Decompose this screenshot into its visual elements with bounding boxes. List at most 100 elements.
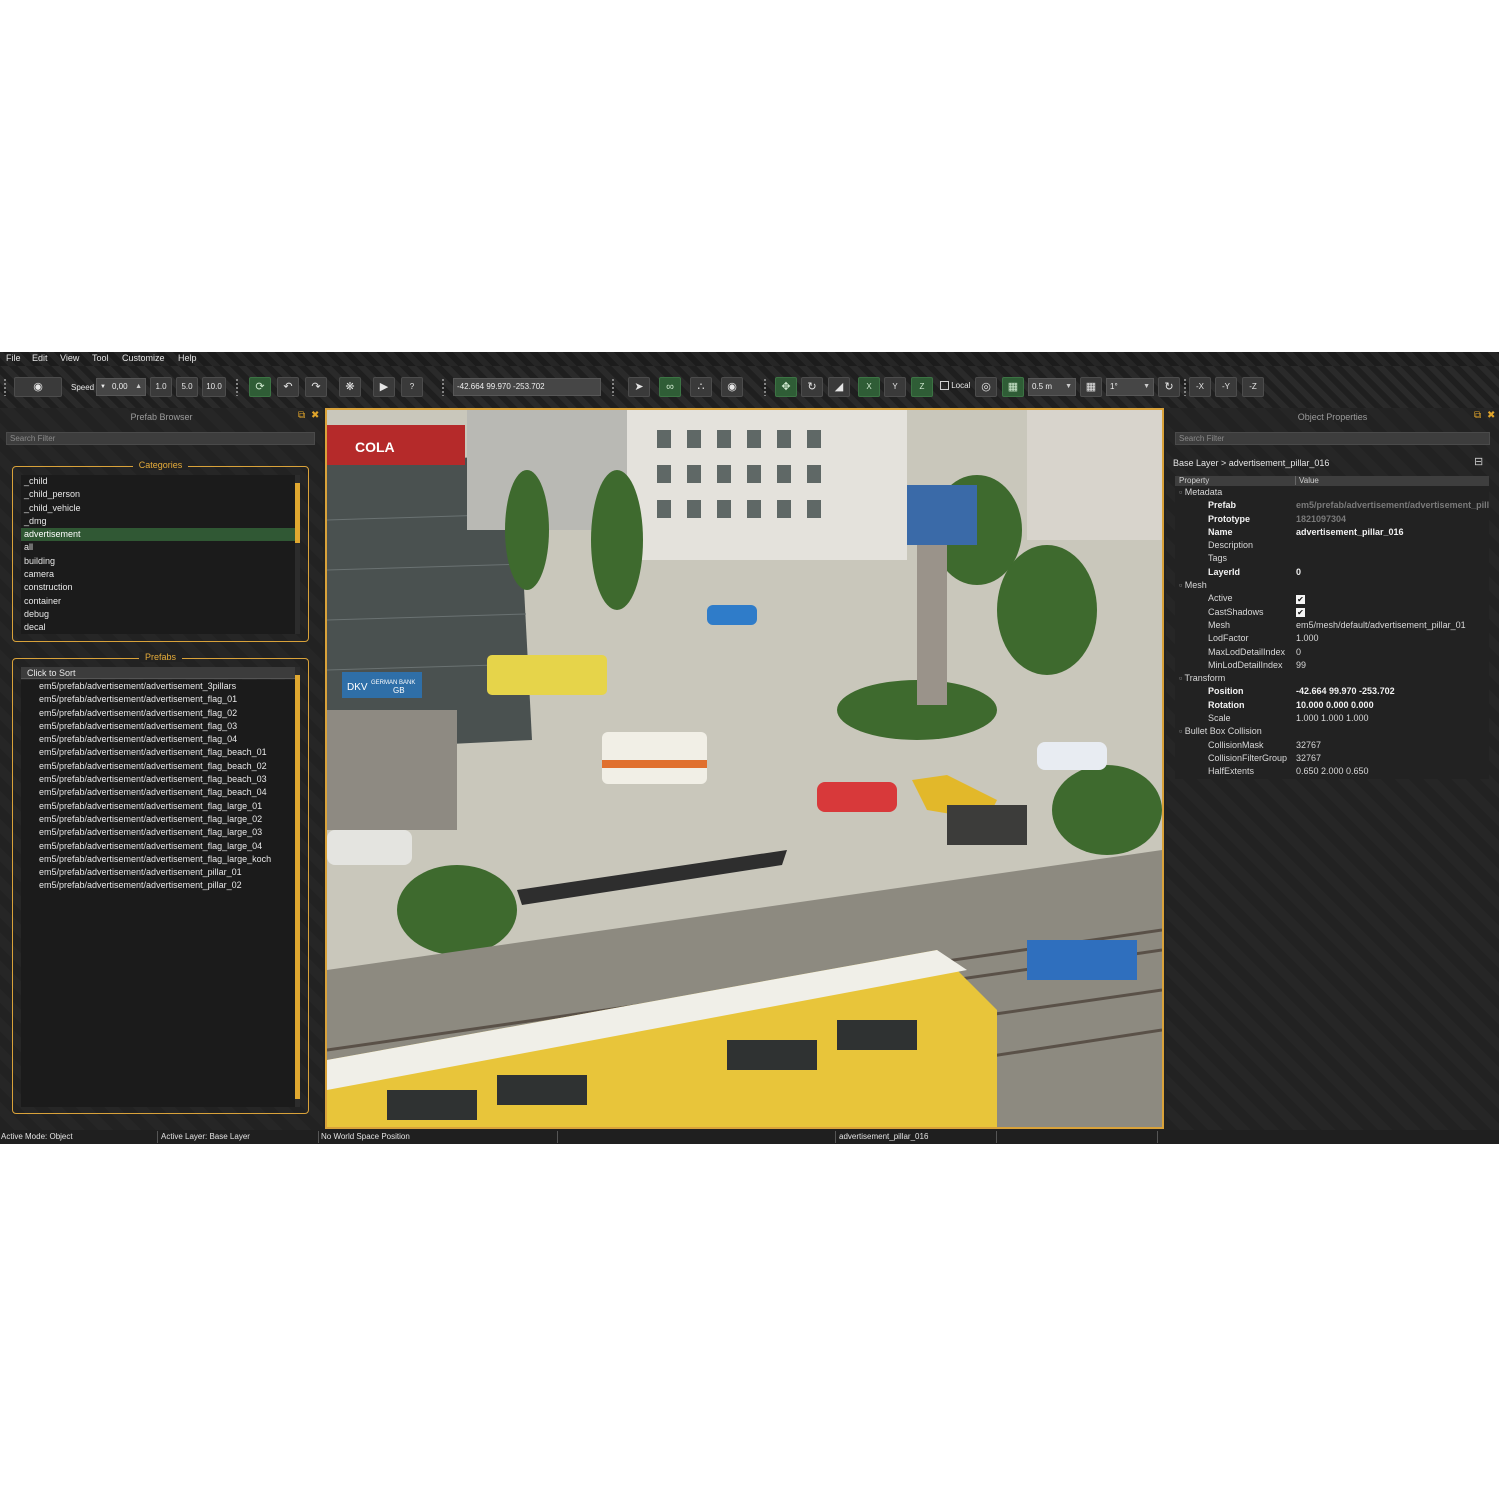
prefab-item[interactable]: em5/prefab/advertisement/advertisement_p…: [21, 866, 295, 879]
menu-help[interactable]: Help: [178, 353, 197, 363]
property-row[interactable]: Prefab em5/prefab/advertisement/advertise…: [1175, 499, 1489, 512]
property-row[interactable]: Name advertisement_pillar_016: [1175, 526, 1489, 539]
camera-button[interactable]: ◉: [14, 377, 62, 397]
property-row[interactable]: Prototype 1821097304: [1175, 513, 1489, 526]
group-button[interactable]: ∴: [690, 377, 712, 397]
local-checkbox[interactable]: Local: [940, 381, 970, 391]
rotate-tool-button[interactable]: ↻: [801, 377, 823, 397]
prefab-item[interactable]: em5/prefab/advertisement/advertisement_f…: [21, 853, 295, 866]
prefab-item[interactable]: em5/prefab/advertisement/advertisement_f…: [21, 786, 295, 799]
prefab-item[interactable]: em5/prefab/advertisement/advertisement_f…: [21, 760, 295, 773]
property-row[interactable]: Mesh em5/mesh/default/advertisement_pilla…: [1175, 619, 1489, 632]
category-item[interactable]: decal: [21, 621, 295, 634]
axis-z-button[interactable]: Z: [911, 377, 933, 397]
category-item[interactable]: _child: [21, 475, 295, 488]
axis-x-button[interactable]: X: [858, 377, 880, 397]
property-row[interactable]: LodFactor 1.000: [1175, 632, 1489, 645]
reset-rotation-button[interactable]: ↻: [1158, 377, 1180, 397]
toolbar-grip[interactable]: [235, 378, 239, 396]
category-item[interactable]: debug: [21, 608, 295, 621]
category-item[interactable]: construction: [21, 581, 295, 594]
speed-preset-1[interactable]: 1.0: [150, 377, 172, 397]
category-item[interactable]: camera: [21, 568, 295, 581]
property-group[interactable]: ▫ Mesh: [1175, 579, 1489, 592]
neg-z-button[interactable]: -Z: [1242, 377, 1264, 397]
property-row[interactable]: CollisionFilterGroup 32767: [1175, 752, 1489, 765]
neg-y-button[interactable]: -Y: [1215, 377, 1237, 397]
toolbar-grip[interactable]: [441, 378, 445, 396]
property-row[interactable]: Active ✔: [1175, 592, 1489, 605]
property-group[interactable]: ▫ Transform: [1175, 672, 1489, 685]
property-row[interactable]: Tags: [1175, 552, 1489, 565]
menu-edit[interactable]: Edit: [32, 353, 48, 363]
refresh-button[interactable]: ⟳: [249, 377, 271, 397]
property-value[interactable]: 0: [1296, 566, 1301, 579]
category-item[interactable]: container: [21, 595, 295, 608]
scroll-thumb[interactable]: [295, 483, 300, 543]
prefab-item[interactable]: em5/prefab/advertisement/advertisement_f…: [21, 813, 295, 826]
property-value[interactable]: advertisement_pillar_016: [1296, 526, 1404, 539]
rotation-snap-select[interactable]: 1° ▼: [1106, 378, 1154, 396]
scene-viewport[interactable]: COLA DKV GERMAN BANK GB: [325, 408, 1164, 1129]
property-row[interactable]: HalfExtents 0.650 2.000 0.650: [1175, 765, 1489, 778]
property-value[interactable]: 0: [1296, 646, 1301, 659]
menu-view[interactable]: View: [60, 353, 79, 363]
category-item[interactable]: _dmg: [21, 515, 295, 528]
property-row[interactable]: MinLodDetailIndex 99: [1175, 659, 1489, 672]
prefab-item[interactable]: em5/prefab/advertisement/advertisement_f…: [21, 826, 295, 839]
property-value[interactable]: 10.000 0.000 0.000: [1296, 699, 1374, 712]
category-item[interactable]: _child_person: [21, 488, 295, 501]
property-row[interactable]: CollisionMask 32767: [1175, 739, 1489, 752]
properties-search-input[interactable]: Search Filter: [1175, 432, 1490, 445]
property-value[interactable]: 1821097304: [1296, 513, 1346, 526]
prefabs-scrollbar[interactable]: [295, 667, 300, 1107]
visibility-button[interactable]: ◉: [721, 377, 743, 397]
prefab-item[interactable]: em5/prefab/advertisement/advertisement_f…: [21, 693, 295, 706]
property-value[interactable]: 32767: [1296, 739, 1321, 752]
toolbar-grip[interactable]: [1183, 378, 1187, 396]
prefab-item[interactable]: em5/prefab/advertisement/advertisement_f…: [21, 800, 295, 813]
property-row[interactable]: Scale 1.000 1.000 1.000: [1175, 712, 1489, 725]
property-value[interactable]: 32767: [1296, 752, 1321, 765]
speed-up-icon[interactable]: ▲: [135, 379, 142, 395]
link-button[interactable]: ∞: [659, 377, 681, 397]
speed-input[interactable]: ▼ 0,00 ▲: [96, 378, 146, 396]
scroll-thumb[interactable]: [295, 675, 300, 1099]
property-row[interactable]: Position -42.664 99.970 -253.702: [1175, 685, 1489, 698]
property-row[interactable]: MaxLodDetailIndex 0: [1175, 646, 1489, 659]
property-row[interactable]: LayerId 0: [1175, 566, 1489, 579]
category-item[interactable]: _child_vehicle: [21, 502, 295, 515]
prefab-item[interactable]: em5/prefab/advertisement/advertisement_f…: [21, 840, 295, 853]
menu-file[interactable]: File: [6, 353, 21, 363]
category-item[interactable]: all: [21, 541, 295, 554]
categories-scrollbar[interactable]: [295, 475, 300, 634]
prefab-item[interactable]: em5/prefab/advertisement/advertisement_f…: [21, 733, 295, 746]
speed-down-icon[interactable]: ▼: [100, 379, 106, 395]
undock-icon[interactable]: ⧉: [298, 410, 305, 421]
property-row[interactable]: CastShadows ✔: [1175, 606, 1489, 619]
prefab-item[interactable]: em5/prefab/advertisement/advertisement_p…: [21, 879, 295, 892]
menu-tool[interactable]: Tool: [92, 353, 109, 363]
axis-y-button[interactable]: Y: [884, 377, 906, 397]
redo-button[interactable]: ↷: [305, 377, 327, 397]
prefab-item[interactable]: em5/prefab/advertisement/advertisement_f…: [21, 707, 295, 720]
property-row[interactable]: Description: [1175, 539, 1489, 552]
speed-preset-10[interactable]: 10.0: [202, 377, 226, 397]
prefabs-list[interactable]: em5/prefab/advertisement/advertisement_3…: [21, 680, 295, 1107]
menu-customize[interactable]: Customize: [122, 353, 165, 363]
property-value[interactable]: 0.650 2.000 0.650: [1296, 765, 1369, 778]
property-value[interactable]: em5/mesh/default/advertisement_pillar_01: [1296, 619, 1466, 632]
help-button[interactable]: ?: [401, 377, 423, 397]
property-value[interactable]: -42.664 99.970 -253.702: [1296, 685, 1395, 698]
neg-x-button[interactable]: -X: [1189, 377, 1211, 397]
select-mode-button[interactable]: ➤: [628, 377, 650, 397]
property-checkbox[interactable]: ✔: [1296, 606, 1305, 619]
undock-icon[interactable]: ⧉: [1474, 410, 1481, 421]
property-group[interactable]: ▫ Bullet Box Collision: [1175, 725, 1489, 738]
categories-list[interactable]: _child _child_person _child_vehicle _dmg adv…: [21, 475, 295, 634]
close-icon[interactable]: ✖: [311, 410, 319, 421]
toolbar-grip[interactable]: [611, 378, 615, 396]
play-button[interactable]: ▶: [373, 377, 395, 397]
surface-snap-button[interactable]: ◎: [975, 377, 997, 397]
property-value[interactable]: em5/prefab/advertisement/advertisement_p…: [1296, 499, 1489, 512]
